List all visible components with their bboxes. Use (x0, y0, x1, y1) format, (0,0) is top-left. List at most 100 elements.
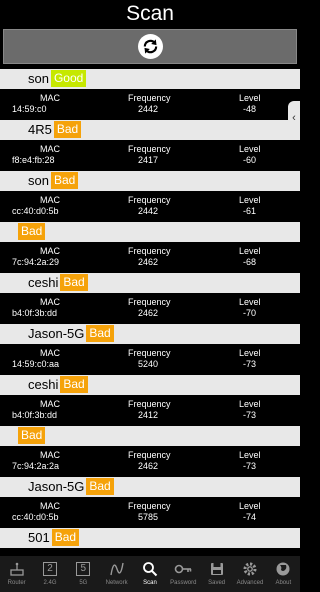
status-badge: Bad (50, 172, 79, 189)
network-details: MAC b4:0f:3b:dd Frequency 2462 Level -70 (0, 293, 300, 324)
nav-label: Router (7, 580, 26, 586)
level-value: -73 (243, 410, 257, 420)
mac-label: MAC (40, 501, 60, 511)
nav-label: Saved (208, 580, 226, 586)
network-ssid: ceshi (28, 377, 59, 392)
status-badge: Bad (86, 478, 114, 495)
network-ssid: son (28, 173, 49, 188)
frequency-label: Frequency (128, 246, 171, 256)
nav-label: Advanced (236, 580, 264, 586)
frequency-value: 2442 (138, 104, 159, 114)
network-name-line: ceshi Bad (28, 274, 88, 292)
network-row[interactable]: Jason-5G Bad (0, 477, 300, 497)
mac-label: MAC (40, 246, 60, 256)
nav-item-password[interactable]: Password (167, 556, 200, 592)
frequency-value: 5785 (138, 512, 159, 522)
nav-item-router[interactable]: Router (0, 556, 33, 592)
network-row[interactable]: Bad (0, 222, 300, 242)
network-row[interactable]: 501 Bad (0, 528, 300, 548)
network-icon (109, 561, 125, 577)
status-badge: Bad (60, 274, 88, 291)
nav-item-saved[interactable]: Saved (200, 556, 233, 592)
network-details: MAC 7c:94:2a:29 Frequency 2462 Level -68 (0, 242, 300, 273)
page-title: Scan (126, 2, 174, 25)
network-details: MAC 7c:94:2a:2a Frequency 2462 Level -73 (0, 446, 300, 477)
network-details: MAC 14:59:c0 Frequency 2442 Level -48 (0, 89, 300, 120)
frequency-value: 2462 (138, 308, 159, 318)
network-ssid: Jason-5G (28, 326, 85, 341)
level-value: -74 (243, 512, 257, 522)
frequency-label: Frequency (128, 144, 171, 154)
mac-value: 14:59:c0 (12, 104, 47, 114)
network-details: MAC f8:e4:fb:28 Frequency 2417 Level -60 (0, 140, 300, 171)
status-badge: Good (50, 70, 87, 87)
network-name-line: Bad (18, 223, 46, 241)
status-badge: Bad (86, 325, 114, 342)
nav-label: Network (105, 580, 128, 586)
mac-value: cc:40:d0:5b (12, 512, 59, 522)
frequency-value: 2462 (138, 257, 159, 267)
network-row[interactable]: ceshi Bad (0, 375, 300, 395)
frequency-label: Frequency (128, 348, 171, 358)
level-label: Level (239, 195, 261, 205)
nav-item-about[interactable]: About (267, 556, 300, 592)
mac-label: MAC (40, 450, 60, 460)
network-details: MAC cc:40:d0:5b Frequency 5785 Level -74 (0, 497, 300, 528)
network-row[interactable]: Jason-5G Bad (0, 324, 300, 344)
status-badge: Bad (51, 529, 80, 546)
mac-label: MAC (40, 399, 60, 409)
nav-item-2-4g[interactable]: 2 2.4G (33, 556, 66, 592)
level-label: Level (239, 93, 261, 103)
network-row[interactable]: son Good (0, 69, 300, 89)
network-name-line: son Good (28, 70, 87, 88)
band-5g-icon: 5 (76, 561, 91, 577)
side-drawer-handle[interactable]: ‹ (288, 101, 300, 135)
level-label: Level (239, 348, 261, 358)
frequency-value: 2417 (138, 155, 159, 165)
network-details: MAC b4:0f:3b:dd Frequency 2412 Level -73 (0, 395, 300, 426)
nav-item-5g[interactable]: 5 5G (67, 556, 100, 592)
globe-icon (275, 561, 291, 577)
frequency-label: Frequency (128, 450, 171, 460)
network-row[interactable]: Bad (0, 426, 300, 446)
mac-value: cc:40:d0:5b (12, 206, 59, 216)
network-row[interactable]: son Bad (0, 171, 300, 191)
network-details: MAC cc:40:d0:5b Frequency 2442 Level -61 (0, 191, 300, 222)
network-name-line: Jason-5G Bad (28, 325, 114, 343)
network-row[interactable]: 4R5 Bad (0, 120, 300, 140)
nav-label: Scan (143, 580, 157, 586)
nav-item-scan[interactable]: Scan (133, 556, 166, 592)
level-label: Level (239, 144, 261, 154)
scan-results-list[interactable]: son Good MAC 14:59:c0 Frequency 2442 Level -48 4… (0, 69, 300, 548)
network-name-line: 501 Bad (28, 529, 80, 547)
bottom-navigation: Router 2 2.4G 5 5G Network Scan Password Saved Ad… (0, 556, 300, 592)
band-2g-icon: 2 (42, 561, 57, 577)
mac-value: b4:0f:3b:dd (12, 308, 58, 318)
frequency-label: Frequency (128, 297, 171, 307)
network-row[interactable]: ceshi Bad (0, 273, 300, 293)
level-label: Level (239, 246, 261, 256)
network-ssid: Jason-5G (28, 479, 85, 494)
network-name-line: ceshi Bad (28, 376, 88, 394)
network-name-line: Jason-5G Bad (28, 478, 114, 496)
network-name-line: Bad (18, 427, 46, 445)
status-badge: Bad (18, 223, 46, 240)
refresh-icon (137, 34, 163, 59)
refresh-button[interactable] (3, 29, 297, 64)
level-value: -73 (243, 359, 257, 369)
status-badge: Bad (60, 376, 88, 393)
level-value: -48 (243, 104, 257, 114)
network-name-line: son Bad (28, 172, 79, 190)
nav-item-network[interactable]: Network (100, 556, 133, 592)
mac-value: 7c:94:2a:29 (12, 257, 60, 267)
mac-value: f8:e4:fb:28 (12, 155, 55, 165)
nav-label: Password (170, 580, 197, 586)
network-ssid: son (28, 71, 49, 86)
mac-label: MAC (40, 348, 60, 358)
level-label: Level (239, 297, 261, 307)
network-ssid: ceshi (28, 275, 59, 290)
nav-item-advanced[interactable]: Advanced (233, 556, 266, 592)
nav-label: 5G (79, 580, 88, 586)
level-label: Level (239, 450, 261, 460)
frequency-label: Frequency (128, 93, 171, 103)
